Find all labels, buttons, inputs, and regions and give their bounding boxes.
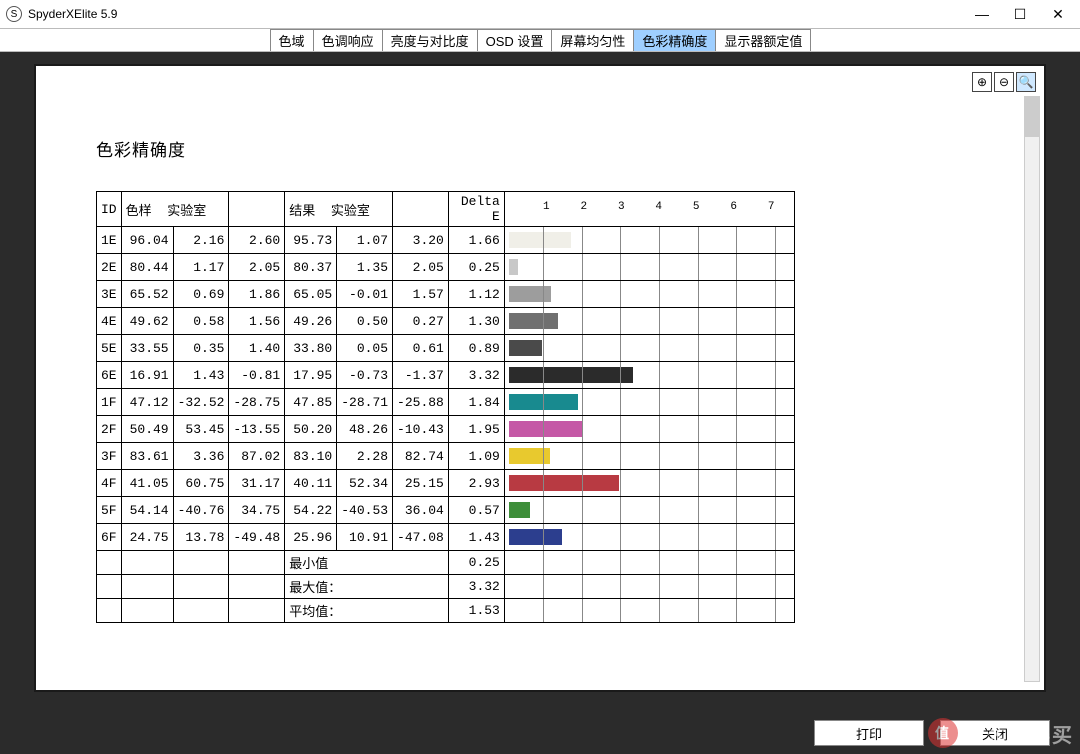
bar-cell: [504, 254, 794, 281]
bar-cell: [504, 308, 794, 335]
bar-cell: [504, 416, 794, 443]
minimize-button[interactable]: —: [974, 6, 990, 22]
table-row: 5F54.14-40.7634.7554.22-40.5336.040.57: [97, 497, 795, 524]
table-row: 4E49.620.581.5649.260.500.271.30: [97, 308, 795, 335]
bar-cell: [504, 335, 794, 362]
bar-cell: [504, 389, 794, 416]
scroll-thumb[interactable]: [1025, 97, 1039, 137]
bar-cell: [504, 524, 794, 551]
tab-4[interactable]: 屏幕均匀性: [551, 29, 634, 51]
bar-cell: [504, 362, 794, 389]
table-row: 3F83.613.3687.0283.102.2882.741.09: [97, 443, 795, 470]
zoom-in-icon[interactable]: ⊕: [972, 72, 992, 92]
col-delta: Delta E: [448, 192, 504, 227]
watermark: 值 什么值得买: [928, 718, 1074, 748]
color-accuracy-table: ID 色样 实验室 结果 实验室 Delta E 1234567: [96, 191, 795, 623]
tab-bar: 色域色调响应亮度与对比度OSD 设置屏幕均匀性色彩精确度显示器额定值: [0, 28, 1080, 52]
app-logo-icon: S: [6, 6, 22, 22]
col-result: 结果 实验室: [285, 192, 393, 227]
print-button[interactable]: 打印: [814, 720, 924, 746]
bar-cell: [504, 281, 794, 308]
zoom-toolbar: ⊕ ⊖ 🔍: [972, 72, 1036, 92]
tab-1[interactable]: 色调响应: [313, 29, 383, 51]
table-row: 1E96.042.162.6095.731.073.201.66: [97, 227, 795, 254]
table-row: 2E80.441.172.0580.371.352.050.25: [97, 254, 795, 281]
watermark-icon: 值: [928, 718, 958, 748]
col-id: ID: [97, 192, 122, 227]
table-row: 4F41.0560.7531.1740.1152.3425.152.93: [97, 470, 795, 497]
tab-2[interactable]: 亮度与对比度: [382, 29, 478, 51]
summary-row: 平均值：1.53: [97, 599, 795, 623]
bar-cell: [504, 497, 794, 524]
table-row: 5E33.550.351.4033.800.050.610.89: [97, 335, 795, 362]
bar-cell: [504, 443, 794, 470]
tab-0[interactable]: 色域: [270, 29, 314, 51]
zoom-fit-icon[interactable]: 🔍: [1016, 72, 1036, 92]
vertical-scrollbar[interactable]: [1024, 96, 1040, 682]
page-title: 色彩精确度: [96, 136, 984, 161]
title-bar: S SpyderXElite 5.9 — ☐ ✕: [0, 0, 1080, 28]
summary-row: 最小值0.25: [97, 551, 795, 575]
zoom-out-icon[interactable]: ⊖: [994, 72, 1014, 92]
maximize-button[interactable]: ☐: [1012, 6, 1028, 22]
report-document: 色彩精确度 ID 色样 实验室 结果 实验室 Delta E: [66, 96, 1014, 680]
bar-axis: 1234567: [504, 192, 794, 227]
bar-cell: [504, 227, 794, 254]
tab-5[interactable]: 色彩精确度: [633, 29, 716, 51]
table-row: 1F47.12-32.52-28.7547.85-28.71-25.881.84: [97, 389, 795, 416]
table-row: 3E65.520.691.8665.05-0.011.571.12: [97, 281, 795, 308]
summary-row: 最大值：3.32: [97, 575, 795, 599]
table-row: 6F24.7513.78-49.4825.9610.91-47.081.43: [97, 524, 795, 551]
table-row: 2F50.4953.45-13.5550.2048.26-10.431.95: [97, 416, 795, 443]
table-row: 6E16.911.43-0.8117.95-0.73-1.373.32: [97, 362, 795, 389]
watermark-text: 什么值得买: [964, 719, 1074, 748]
tab-6[interactable]: 显示器额定值: [715, 29, 811, 51]
close-window-button[interactable]: ✕: [1050, 6, 1066, 22]
window-title: SpyderXElite 5.9: [28, 7, 974, 21]
tab-3[interactable]: OSD 设置: [477, 29, 553, 51]
bar-cell: [504, 470, 794, 497]
col-sample: 色样 实验室: [121, 192, 229, 227]
